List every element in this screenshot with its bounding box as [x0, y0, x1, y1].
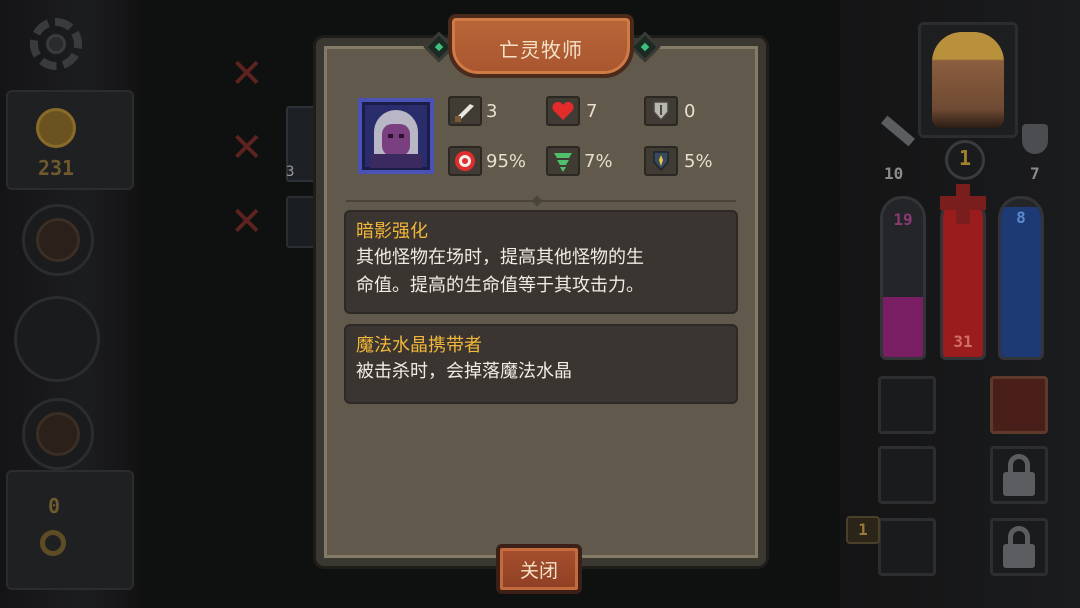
player-armor: 7	[1030, 164, 1040, 183]
inventory-item[interactable]	[990, 376, 1048, 434]
block-shield-icon	[644, 146, 678, 176]
mana-purple-value: 19	[893, 210, 913, 229]
lock-icon	[990, 518, 1048, 576]
ability-title: 暗影强化	[356, 221, 428, 242]
cross-mark-icon: ✕	[230, 51, 264, 97]
block-value: 5%	[684, 151, 713, 172]
ability-title: 魔法水晶携带者	[356, 335, 482, 356]
inventory-slot[interactable]	[878, 446, 936, 504]
player-level: 1	[958, 146, 972, 170]
enemy-card-count: 3	[286, 164, 295, 180]
inventory-slot[interactable]	[878, 518, 936, 576]
ability-description: 被击杀时，会掉落魔法水晶	[356, 361, 572, 382]
shield-ability-icon	[36, 218, 80, 262]
sword-ability-icon	[36, 412, 80, 456]
dialog-title: 亡灵牧师	[499, 38, 583, 62]
armor-value: 0	[684, 101, 696, 122]
mana-blue-value: 8	[1016, 208, 1026, 227]
attack-value: 3	[486, 101, 498, 122]
accuracy-value: 95%	[486, 151, 527, 172]
settings-gear-core	[46, 34, 66, 54]
health-value: 7	[586, 101, 598, 122]
key-panel	[6, 470, 134, 590]
monster-portrait	[358, 98, 434, 174]
inventory-slot[interactable]	[878, 376, 936, 434]
target-icon	[448, 146, 482, 176]
key-icon	[40, 530, 66, 556]
player-attack: 10	[884, 164, 904, 183]
cross-mark-icon: ✕	[230, 125, 264, 171]
shield-icon	[1022, 124, 1048, 154]
shield-icon	[644, 96, 678, 126]
ability-card: 魔法水晶携带者 被击杀时，会掉落魔法水晶	[344, 324, 738, 404]
ability-description: 命值。提高的生命值等于其攻击力。	[356, 275, 644, 296]
heart-icon	[546, 96, 580, 126]
health-cross-icon	[940, 184, 986, 224]
cross-mark-icon: ✕	[230, 199, 264, 245]
ability-card: 暗影强化 其他怪物在场时，提高其他怪物的生 命值。提高的生命值等于其攻击力。	[344, 210, 738, 314]
ability-slot-2[interactable]	[14, 296, 100, 382]
health-value: 31	[953, 332, 973, 351]
hero-portrait	[932, 32, 1004, 128]
close-button-label[interactable]: 关闭	[496, 556, 582, 583]
key-count: 0	[47, 494, 61, 518]
ability-description: 其他怪物在场时，提高其他怪物的生	[356, 247, 644, 268]
whirlwind-icon	[546, 146, 580, 176]
sword-icon	[448, 96, 482, 126]
gold-count: 231	[37, 156, 75, 180]
evasion-value: 7%	[584, 151, 613, 172]
lock-icon	[990, 446, 1048, 504]
item-count-badge: 1	[846, 516, 880, 544]
gold-coin-icon	[36, 108, 76, 148]
